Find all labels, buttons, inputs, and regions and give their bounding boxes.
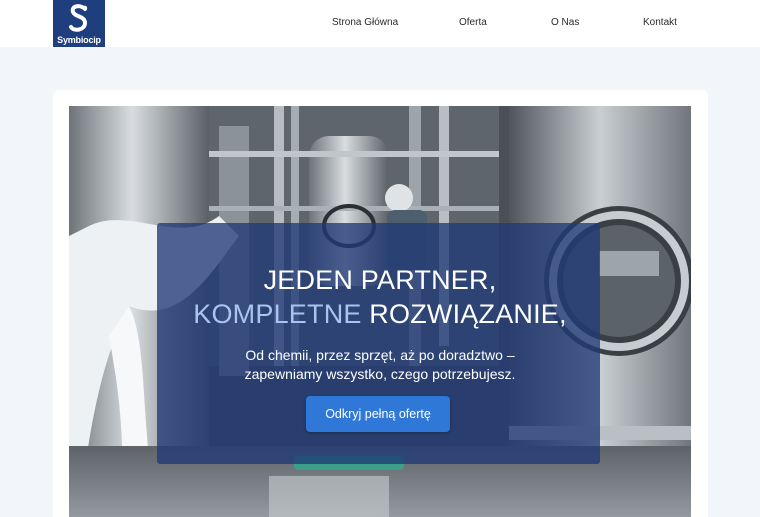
nav-item-offer[interactable]: Oferta [459,17,487,28]
nav-item-home[interactable]: Strona Główna [332,17,398,28]
brand-name: Symbiocip [57,35,101,45]
brand-logo[interactable]: Symbiocip [53,0,105,47]
hero-subtitle-line2: zapewniamy wszystko, czego potrzebujesz. [244,366,516,382]
hero-headline-rest: ROZWIĄZANIE, [361,299,567,329]
hero-headline-line2: KOMPLETNE ROZWIĄZANIE, [0,299,760,330]
hero-subtitle-line1: Od chemii, przez sprzęt, aż po doradztwo… [245,347,515,363]
hero-headline-accent: KOMPLETNE [193,299,362,329]
nav-item-about[interactable]: O Nas [551,17,579,28]
nav-item-contact[interactable]: Kontakt [643,17,677,28]
site-header: Symbiocip Strona Główna Oferta O Nas Kon… [0,0,760,47]
symbiocip-logo-icon [69,4,88,32]
cta-offer-button[interactable]: Odkryj pełną ofertę [306,396,450,432]
hero-headline-line1: JEDEN PARTNER, [263,265,497,295]
